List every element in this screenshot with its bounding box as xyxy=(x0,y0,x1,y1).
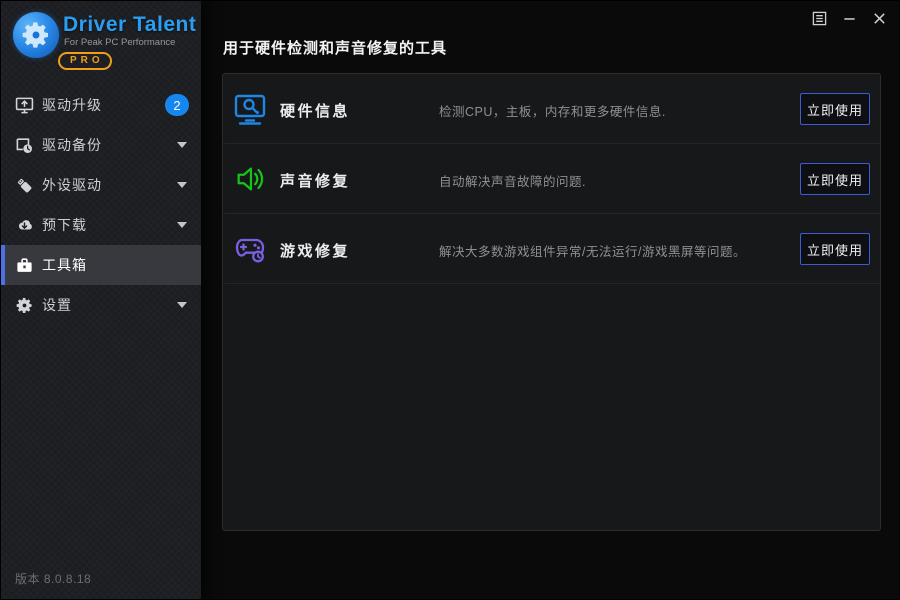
use-now-button-sound-repair[interactable]: 立即使用 xyxy=(800,163,870,195)
update-count-badge: 2 xyxy=(165,94,189,116)
tool-row-hardware-info: 硬件信息 检测CPU，主板，内存和更多硬件信息. 立即使用 xyxy=(223,74,880,144)
window-controls xyxy=(810,9,888,27)
monitor-upgrade-icon xyxy=(14,95,34,115)
use-now-button-hardware-info[interactable]: 立即使用 xyxy=(800,93,870,125)
sidebar-item-label: 工具箱 xyxy=(42,257,87,273)
tool-row-sound-repair: 声音修复 自动解决声音故障的问题. 立即使用 xyxy=(223,144,880,214)
pro-badge: PRO xyxy=(58,52,112,70)
speaker-sound-icon xyxy=(232,161,268,197)
sidebar-nav: 驱动升级 2 驱动备份 外设驱动 预下载 工具箱 设置 xyxy=(1,85,201,325)
sidebar-item-label: 驱动升级 xyxy=(42,97,102,113)
tool-description: 检测CPU，主板，内存和更多硬件信息. xyxy=(439,105,666,119)
app-window: Driver Talent For Peak PC Performance PR… xyxy=(0,0,900,600)
toolbox-icon xyxy=(14,255,34,275)
chevron-down-icon xyxy=(177,142,187,148)
sidebar-item-toolbox[interactable]: 工具箱 xyxy=(1,245,201,285)
sidebar: Driver Talent For Peak PC Performance PR… xyxy=(1,1,201,599)
app-logo: Driver Talent For Peak PC Performance PR… xyxy=(1,1,201,81)
sidebar-item-driver-upgrade[interactable]: 驱动升级 2 xyxy=(1,85,201,125)
sidebar-item-settings[interactable]: 设置 xyxy=(1,285,201,325)
sidebar-item-label: 设置 xyxy=(42,297,72,313)
tool-description: 自动解决声音故障的问题. xyxy=(439,175,586,189)
hardware-monitor-search-icon xyxy=(232,91,268,127)
brand-tagline: For Peak PC Performance xyxy=(64,37,176,48)
menu-icon[interactable] xyxy=(810,9,828,27)
page-title: 用于硬件检测和声音修复的工具 xyxy=(223,40,448,57)
logo-gear-icon xyxy=(13,12,59,58)
usb-drive-icon xyxy=(14,175,34,195)
gear-icon xyxy=(14,295,34,315)
gamepad-repair-icon xyxy=(232,231,268,267)
sidebar-item-driver-backup[interactable]: 驱动备份 xyxy=(1,125,201,165)
main-content: 用于硬件检测和声音修复的工具 硬件信息 检测CPU，主板，内存和更多硬件信息. xyxy=(201,1,899,599)
sidebar-item-predownload[interactable]: 预下载 xyxy=(1,205,201,245)
close-icon[interactable] xyxy=(870,9,888,27)
tool-name: 声音修复 xyxy=(280,173,351,190)
toolbox-panel: 硬件信息 检测CPU，主板，内存和更多硬件信息. 立即使用 声音修复 自动解决声… xyxy=(222,73,881,531)
backup-clock-icon xyxy=(14,135,34,155)
chevron-down-icon xyxy=(177,222,187,228)
sidebar-item-label: 预下载 xyxy=(42,217,87,233)
sidebar-item-label: 外设驱动 xyxy=(42,177,102,193)
cloud-download-icon xyxy=(14,215,34,235)
chevron-down-icon xyxy=(177,182,187,188)
tool-description: 解决大多数游戏组件异常/无法运行/游戏黑屏等问题。 xyxy=(439,245,746,259)
tool-name: 游戏修复 xyxy=(280,243,351,260)
sidebar-item-label: 驱动备份 xyxy=(42,137,102,153)
chevron-down-icon xyxy=(177,302,187,308)
tool-row-game-repair: 游戏修复 解决大多数游戏组件异常/无法运行/游戏黑屏等问题。 立即使用 xyxy=(223,214,880,284)
brand-name: Driver Talent xyxy=(63,13,197,36)
use-now-button-game-repair[interactable]: 立即使用 xyxy=(800,233,870,265)
minimize-icon[interactable] xyxy=(840,9,858,27)
sidebar-item-peripheral-drivers[interactable]: 外设驱动 xyxy=(1,165,201,205)
tool-name: 硬件信息 xyxy=(280,103,351,120)
version-label: 版本 8.0.8.18 xyxy=(15,572,92,586)
